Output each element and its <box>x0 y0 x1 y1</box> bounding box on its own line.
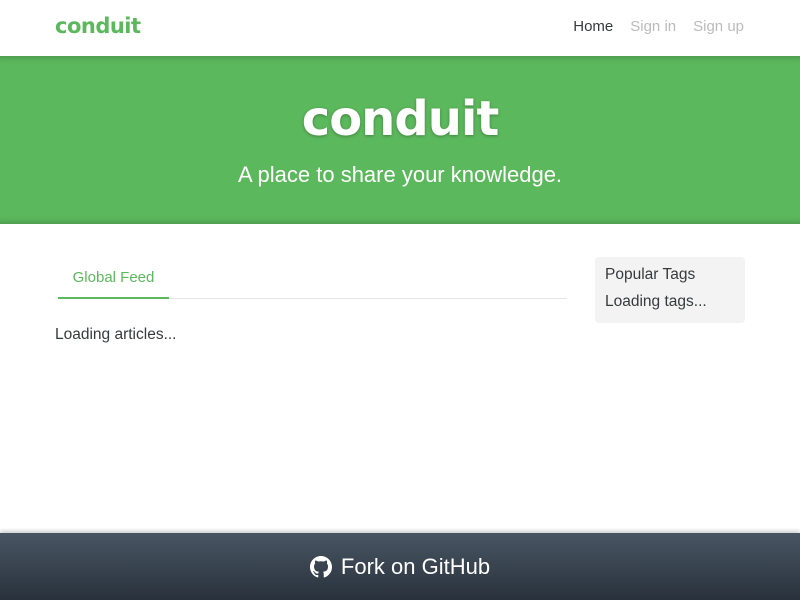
tags-loading-text: Loading tags... <box>605 293 707 310</box>
banner-title: conduit <box>301 91 500 147</box>
banner-tagline: A place to share your knowledge. <box>237 162 563 187</box>
github-icon <box>309 555 332 577</box>
nav-link-sign-up[interactable]: Sign up <box>693 18 744 35</box>
sidebar-heading: Popular Tags <box>605 266 696 283</box>
fork-on-github-link[interactable]: Fork on GitHub <box>0 533 800 600</box>
feed-tabs: Global Feed <box>58 258 567 299</box>
brand-logo-link[interactable]: conduit <box>55 14 141 38</box>
articles-loading-text: Loading articles... <box>55 326 177 343</box>
top-navbar: conduit Home Sign in Sign up <box>0 0 800 56</box>
nav-item-sign-in: Sign in <box>630 18 676 36</box>
nav-links: Home Sign in Sign up <box>573 18 744 36</box>
nav-item-sign-up: Sign up <box>693 18 744 36</box>
popular-tags-sidebar: Popular Tags Loading tags... <box>595 257 745 323</box>
footer-label: Fork on GitHub <box>340 553 491 579</box>
nav-link-sign-in[interactable]: Sign in <box>630 18 676 35</box>
hero-banner: conduit A place to share your knowledge. <box>0 56 800 224</box>
tab-global-feed[interactable]: Global Feed <box>58 258 169 299</box>
nav-item-home: Home <box>573 18 613 36</box>
nav-link-home[interactable]: Home <box>573 18 613 35</box>
